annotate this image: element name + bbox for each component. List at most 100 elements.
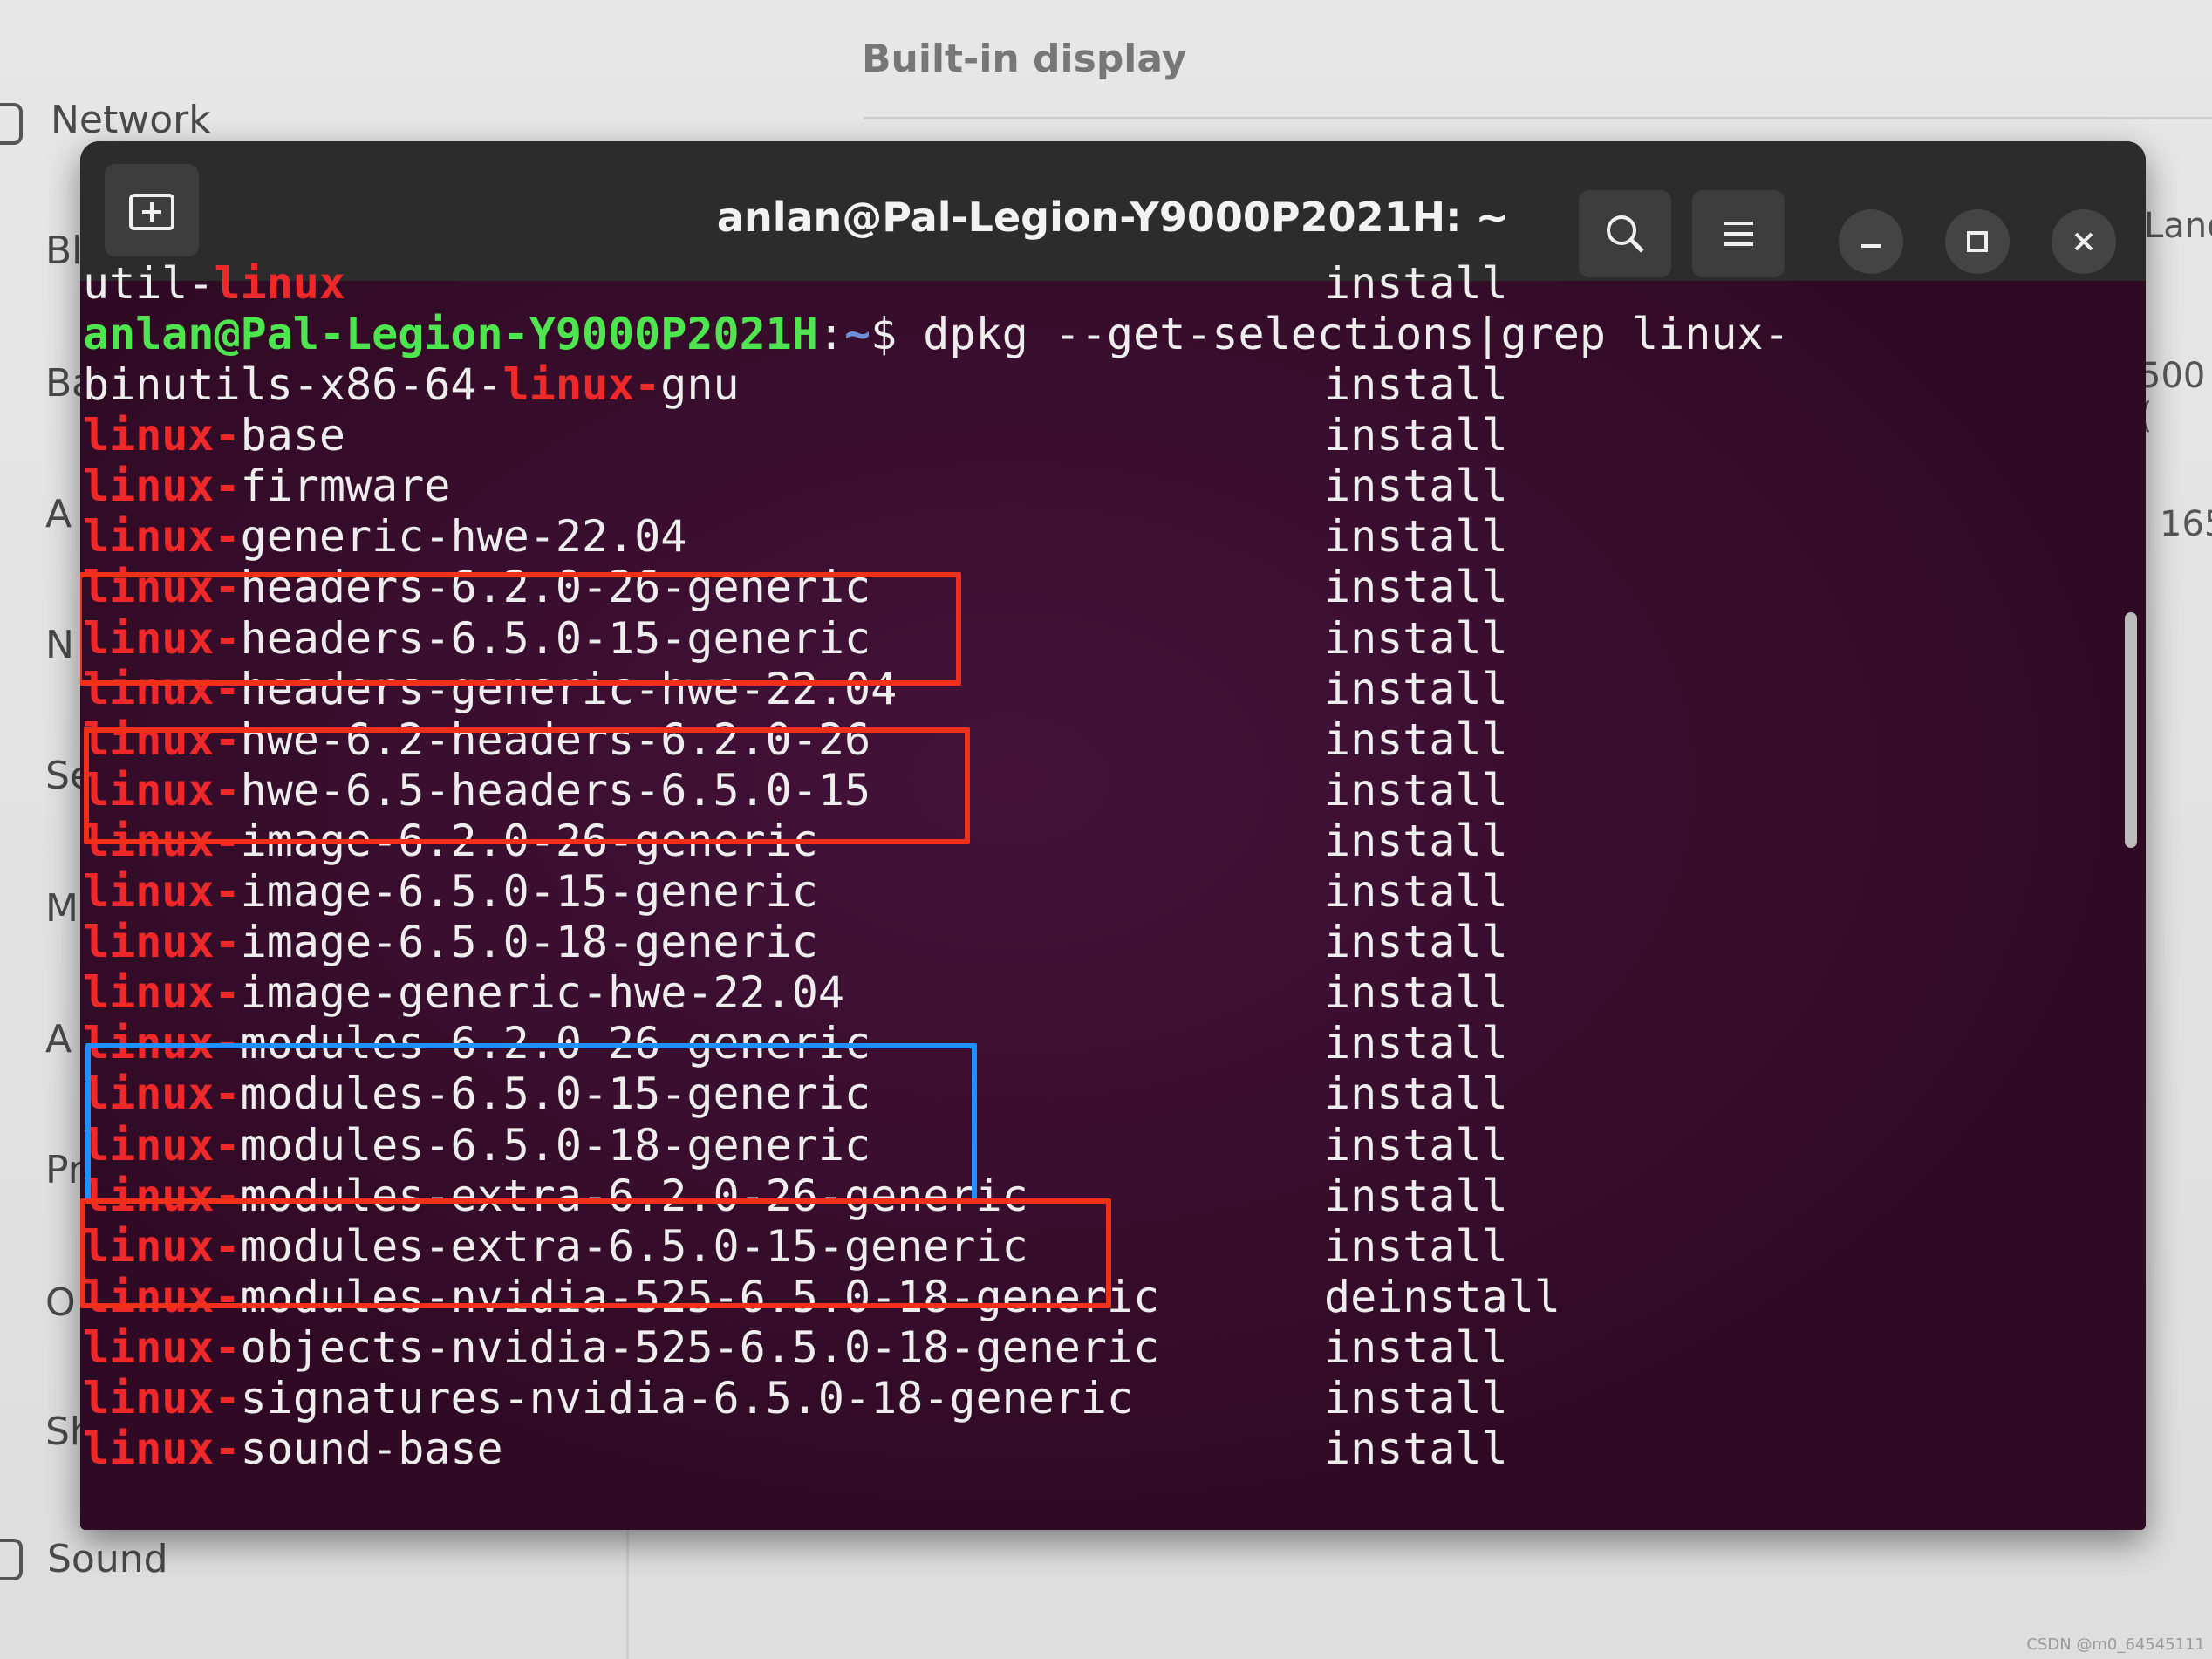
network-icon [0,103,23,145]
sidebar-item-bluetooth[interactable]: Bl [45,229,82,273]
package-status: install [1324,511,1508,563]
sidebar-item-network[interactable]: Network [51,98,211,142]
package-row: linux-generic-hwe-22.04 install [83,511,1508,563]
hamburger-menu-icon [1724,222,1753,246]
menu-button[interactable] [1692,190,1785,277]
package-status: install [1324,663,1508,714]
prompt-path: ~ [843,309,871,359]
package-row: linux-modules-extra-6.2.0-26-generic inst… [83,1170,1508,1221]
package-row: linux-signatures-nvidia-6.5.0-18-generic… [83,1373,1508,1423]
package-match: linux- [83,1068,241,1120]
search-button[interactable] [1579,190,1671,277]
package-status: install [1324,1170,1508,1221]
package-status: install [1324,1220,1508,1272]
package-row: linux-modules-6.2.0-26-generic install [83,1018,1508,1069]
package-name: modules-6.5.0-15-generic [240,1068,871,1120]
package-name: modules-6.5.0-18-generic [240,1119,871,1171]
settings-sidebar-edge [626,1518,629,1659]
sidebar-item-privacy[interactable]: Pr [45,1148,84,1192]
package-name-prefix: util- [83,258,215,309]
output-row-partial: util-linux install [83,258,1508,309]
package-name: headers-generic-hwe-22.04 [240,663,898,714]
package-name: modules-extra-6.5.0-15-generic [240,1220,1028,1272]
package-name: objects-nvidia-525-6.5.0-18-generic [240,1321,1160,1373]
package-status: install [1324,612,1508,664]
close-button[interactable] [2052,209,2116,274]
package-name: image-6.5.0-18-generic [240,917,818,968]
command-prompt-line: anlan@Pal-Legion-Y9000P2021H:~$ dpkg --g… [83,309,1790,359]
package-name: modules-6.2.0-26-generic [240,1018,871,1069]
package-row: linux-modules-extra-6.5.0-15-generic inst… [83,1220,1508,1272]
package-match: linux- [502,359,661,410]
package-match: linux- [83,511,241,563]
package-row: linux-objects-nvidia-525-6.5.0-18-generi… [83,1321,1508,1373]
resolution-peek: 500 ( [2139,356,2206,436]
maximize-button[interactable] [1945,209,2010,274]
package-match: linux- [83,764,241,816]
terminal-window[interactable]: anlan@Pal-Legion-Y9000P2021H: ~ util-lin… [80,141,2146,1530]
package-match: linux [214,258,346,309]
terminal-titlebar[interactable]: anlan@Pal-Legion-Y9000P2021H: ~ [80,141,2146,281]
prompt-symbol: $ [870,309,898,359]
terminal-scrollbar[interactable] [2125,612,2137,848]
package-match: linux- [83,1321,241,1373]
package-match: linux- [83,1018,241,1069]
package-row: linux-image-6.5.0-18-generic install [83,917,1508,968]
package-status: install [1324,764,1508,816]
command-text: dpkg --get-selections|grep linux- [897,309,1790,359]
package-match: linux- [83,967,241,1019]
close-icon [2074,232,2093,251]
package-match: linux- [83,1119,241,1171]
package-match: linux- [83,1170,241,1221]
sidebar-item-applications[interactable]: A [45,1017,72,1062]
package-status: install [1324,1119,1508,1171]
package-status: install [1324,815,1508,866]
sidebar-item-sound[interactable]: Sound [47,1537,168,1581]
package-status: install [1324,917,1508,968]
package-row: linux-image-6.2.0-26-generic install [83,815,1508,866]
package-match: linux- [83,1220,241,1272]
sidebar-item-multitasking[interactable]: M [45,886,79,931]
package-match: linux- [83,562,241,613]
package-name: gnu [660,359,740,410]
package-name: headers-6.5.0-15-generic [240,612,871,664]
package-row: linux-hwe-6.5-headers-6.5.0-15 install [83,764,1508,816]
package-status: install [1324,866,1508,917]
watermark-text: CSDN @m0_64545111 [2026,1635,2205,1654]
package-status: install [1324,359,1508,410]
minimize-button[interactable] [1839,209,1903,274]
package-row: linux-headers-6.5.0-15-generic install [83,612,1508,664]
refresh-rate-peek: 165 [2160,504,2212,544]
search-icon [1607,215,1644,253]
package-status: install [1324,562,1508,613]
package-match: linux- [83,815,241,866]
package-name: base [240,410,346,461]
package-name: signatures-nvidia-6.5.0-18-generic [240,1373,1134,1423]
terminal-output[interactable]: util-linux install anlan@Pal-Legion-Y9000… [80,258,2146,1530]
package-match: linux- [83,410,241,461]
settings-panel-divider [864,117,2212,119]
maximize-icon [1967,231,1988,252]
orientation-peek: Land [2144,206,2212,246]
package-status: install [1324,1373,1508,1423]
package-row: binutils-x86-64-linux-gnu install [83,359,1508,410]
package-status: install [1324,713,1508,765]
minimize-icon [1861,244,1881,248]
sidebar-item-notifications[interactable]: N [45,623,74,667]
package-match: linux- [83,917,241,968]
sidebar-item-appearance[interactable]: A [45,492,72,536]
package-row: linux-headers-generic-hwe-22.04 install [83,663,1508,714]
package-name: hwe-6.2-headers-6.2.0-26 [240,713,871,765]
terminal-title: anlan@Pal-Legion-Y9000P2021H: ~ [716,194,1510,241]
package-match: linux- [83,663,241,714]
package-name: sound-base [240,1423,503,1475]
builtin-display-label: Built-in display [862,37,1187,81]
package-row: linux-sound-base install [83,1423,1508,1475]
package-name: modules-extra-6.2.0-26-generic [240,1170,1028,1221]
package-name: headers-6.2.0-26-generic [240,562,871,613]
sidebar-item-online-accounts[interactable]: O [45,1280,76,1325]
package-match: linux- [83,1373,241,1423]
package-status: install [1324,410,1508,461]
prompt-separator: : [817,309,844,359]
package-row: linux-modules-6.5.0-18-generic install [83,1119,1508,1171]
